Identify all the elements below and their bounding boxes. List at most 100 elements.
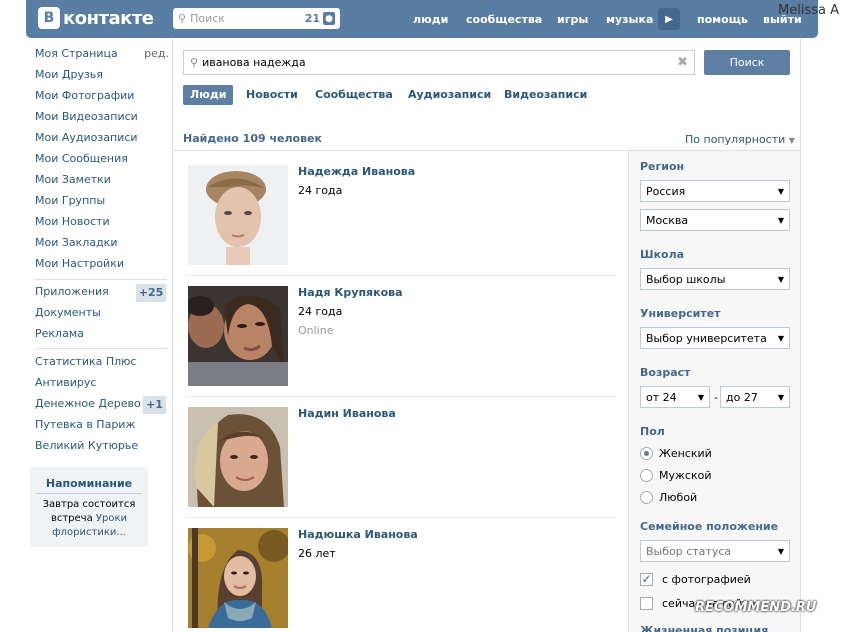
- top-header: В контакте ⚲ Поиск 21 ● люди сообщества …: [0, 0, 844, 38]
- tab-news[interactable]: Новости: [239, 85, 305, 105]
- result-name[interactable]: Надежда Иванова: [298, 165, 415, 178]
- school-label: Школа: [640, 248, 685, 261]
- nav-music[interactable]: музыка: [606, 0, 653, 38]
- result-divider: [186, 275, 616, 276]
- avatar[interactable]: [188, 165, 288, 265]
- nav-games[interactable]: игры: [557, 0, 588, 38]
- age-separator: -: [714, 391, 718, 404]
- university-select[interactable]: Выбор университета ▼: [640, 327, 790, 349]
- person-icon[interactable]: ●: [323, 12, 335, 25]
- sidebar-item-paris-trip[interactable]: Путевка в Париж: [35, 418, 135, 438]
- sidebar-item-my-page[interactable]: Моя Страница ред.: [35, 47, 169, 67]
- sidebar-item-ads[interactable]: Реклама: [35, 327, 84, 347]
- radio-checked[interactable]: [640, 446, 653, 460]
- sidebar-item-photos[interactable]: Мои Фотографии: [35, 89, 134, 109]
- sidebar-item-messages[interactable]: Мои Сообщения: [35, 152, 128, 172]
- nav-people[interactable]: люди: [413, 0, 448, 38]
- edit-link[interactable]: ред.: [144, 47, 169, 60]
- city-value: Москва: [646, 213, 689, 227]
- result-age: 24 года: [298, 184, 343, 197]
- city-select[interactable]: Москва ▼: [640, 209, 790, 231]
- vk-logo[interactable]: В контакте: [38, 7, 154, 29]
- marital-label: Семейное положение: [640, 520, 779, 533]
- play-icon[interactable]: ▶: [658, 8, 680, 30]
- sidebar-item-bookmarks[interactable]: Мои Закладки: [35, 236, 117, 256]
- avatar[interactable]: [188, 407, 288, 507]
- sidebar-item-apps[interactable]: Приложения: [35, 285, 109, 305]
- reminder-link[interactable]: флористики...: [52, 527, 126, 538]
- search-query[interactable]: иванова надежда: [202, 56, 677, 69]
- result-age: 24 года: [298, 305, 343, 318]
- people-search-input[interactable]: ⚲ иванова надежда ✖: [183, 50, 695, 75]
- result-name[interactable]: Надя Крупякова: [298, 286, 403, 299]
- sidebar-item-videos[interactable]: Мои Видеозаписи: [35, 110, 138, 130]
- search-button[interactable]: Поиск: [704, 50, 790, 75]
- checkbox-empty[interactable]: [640, 596, 653, 610]
- watermark: RECOMMEND.RU: [695, 600, 817, 615]
- result-divider: [186, 517, 616, 518]
- search-placeholder: Поиск: [190, 12, 225, 25]
- sidebar-item-friends[interactable]: Мои Друзья: [35, 68, 103, 88]
- tab-video[interactable]: Видеозаписи: [497, 85, 594, 105]
- nav-communities[interactable]: сообщества: [466, 0, 542, 38]
- avatar[interactable]: [188, 528, 288, 628]
- sidebar-divider: [35, 348, 167, 349]
- sidebar-item-notes[interactable]: Мои Заметки: [35, 173, 111, 193]
- sort-label: По популярности: [685, 133, 786, 146]
- school-select[interactable]: Выбор школы ▼: [640, 268, 790, 290]
- chevron-down-icon: ▼: [777, 333, 784, 343]
- radio-label: Мужской: [659, 468, 712, 482]
- marital-select[interactable]: Выбор статуса ▼: [640, 540, 790, 562]
- sidebar-item-settings[interactable]: Мои Настройки: [35, 257, 124, 277]
- gender-female-radio[interactable]: Женский: [640, 445, 712, 461]
- avatar[interactable]: [188, 286, 288, 386]
- sidebar-item-groups[interactable]: Мои Группы: [35, 194, 105, 214]
- result-name[interactable]: Надин Иванова: [298, 407, 396, 420]
- online-status: Online: [298, 324, 334, 337]
- tab-communities[interactable]: Сообщества: [308, 85, 400, 105]
- chevron-down-icon: ▼: [777, 392, 784, 402]
- country-value: Россия: [646, 184, 686, 198]
- logo-text: контакте: [63, 7, 154, 29]
- reminder-text-part: встреча: [50, 513, 96, 524]
- chevron-down-icon: ▼: [777, 215, 784, 225]
- result-age: 26 лет: [298, 547, 336, 560]
- with-photo-checkbox[interactable]: ✓ с фотографией: [640, 571, 751, 587]
- sidebar-item-documents[interactable]: Документы: [35, 306, 101, 326]
- reminder-text-part: Завтра: [42, 499, 83, 510]
- gender-male-radio[interactable]: Мужской: [640, 467, 711, 483]
- tab-audio[interactable]: Аудиозаписи: [401, 85, 498, 105]
- header-search-input[interactable]: ⚲ Поиск 21 ●: [173, 8, 340, 29]
- sidebar-item-couturier[interactable]: Великий Кутюрье: [35, 439, 138, 459]
- reminder-box: Напоминание Завтра состоится встреча Уро…: [30, 467, 148, 547]
- clear-icon[interactable]: ✖: [677, 55, 688, 70]
- sidebar-item-news[interactable]: Мои Новости: [35, 215, 110, 235]
- checkmark-icon[interactable]: ✓: [640, 572, 653, 586]
- money-tree-badge[interactable]: +1: [143, 396, 166, 414]
- sidebar-item-audio[interactable]: Мои Аудиозаписи: [35, 131, 138, 151]
- country-select[interactable]: Россия ▼: [640, 180, 790, 202]
- age-from-select[interactable]: от 24 ▼: [640, 386, 710, 408]
- result-name[interactable]: Надюшка Иванова: [298, 528, 418, 541]
- gender-label: Пол: [640, 425, 665, 438]
- apps-badge[interactable]: +25: [136, 284, 166, 302]
- nav-help[interactable]: помощь: [697, 0, 748, 38]
- chevron-down-icon: ▼: [788, 136, 795, 145]
- reminder-link[interactable]: Уроки: [96, 513, 127, 524]
- radio-unchecked[interactable]: [640, 490, 653, 504]
- gender-any-radio[interactable]: Любой: [640, 489, 697, 505]
- tab-people[interactable]: Люди: [183, 85, 234, 105]
- results-count: Найдено 109 человек: [183, 132, 322, 145]
- life-position-label: Жизненная позиция: [640, 624, 769, 632]
- sidebar-item-stats-plus[interactable]: Статистика Плюс: [35, 355, 136, 375]
- age-from-value: от 24: [646, 390, 677, 404]
- sidebar-item-money-tree[interactable]: Денежное Дерево: [35, 397, 141, 417]
- sidebar-item-antivirus[interactable]: Антивирус: [35, 376, 96, 396]
- logo-mark: В: [38, 7, 60, 29]
- age-to-select[interactable]: до 27 ▼: [720, 386, 790, 408]
- checkbox-label: с фотографией: [662, 572, 751, 586]
- reminder-title: Напоминание: [36, 477, 142, 494]
- radio-unchecked[interactable]: [640, 468, 653, 482]
- search-icon: ⚲: [178, 12, 187, 25]
- sort-dropdown[interactable]: По популярности ▼: [685, 133, 795, 146]
